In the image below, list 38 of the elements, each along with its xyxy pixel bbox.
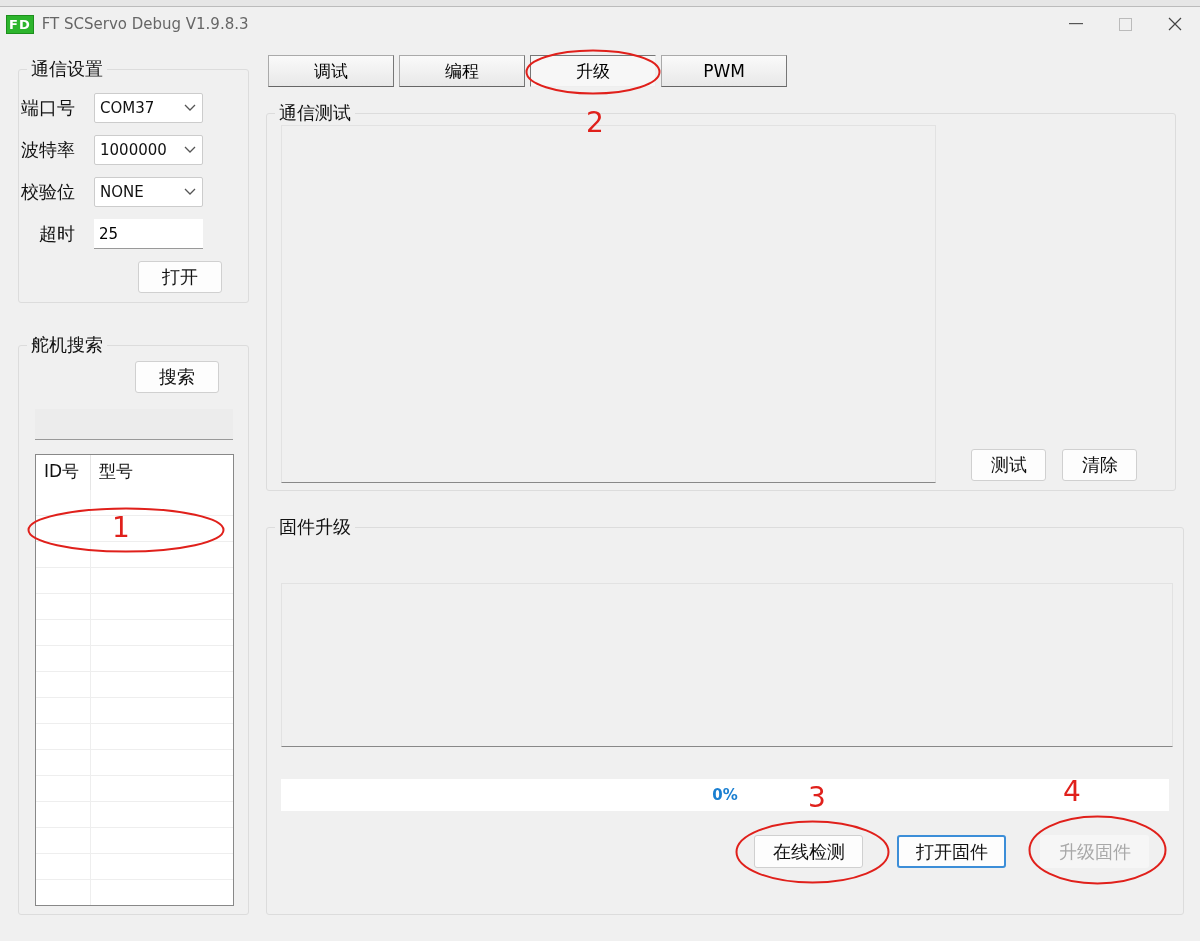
annotation-number: 2 (586, 107, 604, 139)
field-label: 波特率 (20, 138, 76, 162)
search-button[interactable]: 搜索 (135, 361, 219, 393)
annotation-number: 3 (808, 782, 826, 814)
maximize-icon[interactable] (1119, 17, 1132, 31)
open-button[interactable]: 打开 (138, 261, 222, 293)
tab[interactable]: 升级 (530, 55, 656, 87)
annotation-number: 4 (1063, 776, 1081, 808)
chevron-icon (184, 104, 196, 112)
window-title: FT SCServo Debug V1.9.8.3 (41, 15, 249, 33)
field-label: 超时 (38, 222, 76, 246)
column-header[interactable]: ID号 (36, 455, 91, 490)
log-area[interactable] (281, 583, 1173, 747)
close-icon[interactable] (1168, 17, 1182, 31)
tab[interactable]: 调试 (268, 55, 394, 87)
group-title: 通信设置 (30, 57, 104, 81)
dropdown[interactable]: NONE (94, 177, 203, 207)
annotation-number: 1 (112, 512, 130, 544)
group-title: 通信测试 (278, 101, 352, 125)
dropdown[interactable]: COM37 (94, 93, 203, 123)
field-label: 校验位 (20, 180, 76, 204)
minimize-icon[interactable] (1069, 23, 1083, 25)
button[interactable]: 清除 (1062, 449, 1137, 481)
chevron-icon (184, 188, 196, 196)
dropdown[interactable]: 1000000 (94, 135, 203, 165)
app-logo: FD (6, 14, 34, 34)
progress-reading: 0% (712, 786, 738, 804)
button[interactable]: 测试 (971, 449, 1046, 481)
tab[interactable]: PWM (661, 55, 787, 87)
input-field[interactable]: 25 (94, 219, 203, 249)
group-title: 固件升级 (278, 515, 352, 539)
button[interactable]: 在线检测 (754, 835, 863, 868)
field-label: 端口号 (20, 96, 76, 120)
tab[interactable]: 编程 (399, 55, 525, 87)
group-title: 舵机搜索 (30, 333, 104, 357)
chevron-icon (184, 146, 196, 154)
button[interactable]: 打开固件 (897, 835, 1006, 868)
column-header[interactable]: 型号 (91, 455, 133, 490)
